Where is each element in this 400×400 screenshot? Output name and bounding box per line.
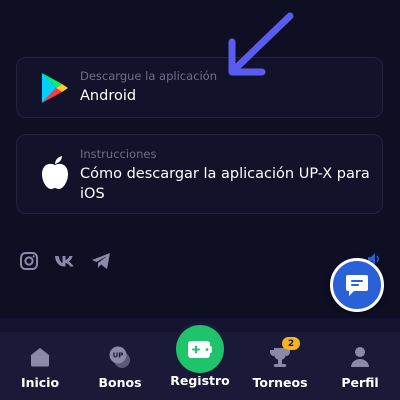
android-card-title: Android [80, 88, 137, 104]
nav-label-perfil: Perfil [341, 375, 379, 390]
google-play-icon [33, 66, 77, 110]
apple-icon [33, 151, 77, 195]
nav-item-perfil[interactable]: Perfil [320, 332, 400, 400]
profile-icon [347, 344, 373, 370]
registro-button[interactable] [176, 325, 224, 373]
nav-item-torneos[interactable]: 2 Torneos [240, 332, 320, 400]
vk-icon[interactable] [54, 250, 76, 272]
app-screen: Descargue la aplicación Android Instrucc… [0, 0, 400, 400]
nav-item-bonos[interactable]: UP Bonos [80, 332, 160, 400]
ios-card-title: Cómo descargar la aplicación UP-X para i… [80, 166, 370, 202]
ios-instructions-card[interactable]: Instrucciones Cómo descargar la aplicaci… [16, 134, 383, 214]
torneos-badge: 2 [282, 337, 300, 350]
nav-label-bonos: Bonos [98, 375, 142, 390]
bonus-icon: UP [107, 344, 133, 370]
wallet-add-icon [188, 341, 212, 358]
nav-label-torneos: Torneos [252, 375, 308, 390]
instagram-icon[interactable] [18, 250, 40, 272]
chat-icon [346, 275, 368, 296]
home-icon [27, 344, 53, 370]
telegram-icon[interactable] [90, 250, 112, 272]
nav-label-registro: Registro [170, 373, 230, 388]
chat-support-button[interactable] [330, 258, 384, 312]
svg-text:UP: UP [113, 352, 124, 360]
ios-card-subtitle: Instrucciones [80, 147, 157, 161]
trophy-icon: 2 [267, 337, 300, 370]
nav-label-inicio: Inicio [20, 375, 60, 390]
pointer-arrow-icon [228, 12, 294, 76]
android-download-card[interactable]: Descargue la aplicación Android [16, 57, 383, 118]
nav-item-inicio[interactable]: Inicio [0, 332, 80, 400]
social-links [18, 250, 112, 272]
